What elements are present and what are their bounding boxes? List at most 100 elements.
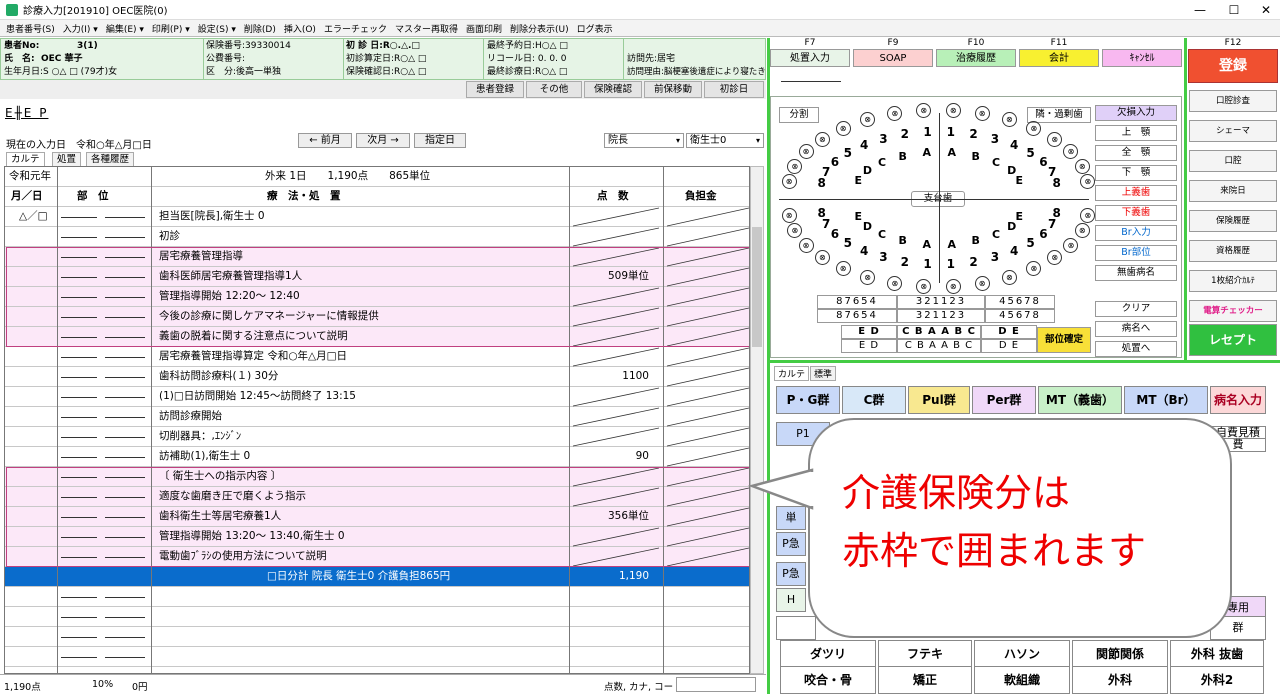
upper-milk-tooth[interactable]: E <box>854 174 862 187</box>
upper-tooth[interactable]: ⊗ <box>1063 144 1079 160</box>
partial-button[interactable] <box>776 616 816 640</box>
datsuri-button[interactable]: ダツリ <box>780 640 876 668</box>
lower-milk-tooth[interactable]: C <box>992 228 1000 241</box>
lower-tooth[interactable]: ⊗ <box>945 278 961 294</box>
lower-jaw-button[interactable]: 下 顎 <box>1095 165 1177 181</box>
mt-br-button[interactable]: MT（Br） <box>1124 386 1208 414</box>
surgery-extraction-button[interactable]: 外科 抜歯 <box>1170 640 1264 668</box>
missing-input-button[interactable]: 欠損入力 <box>1095 105 1177 121</box>
upper-tooth[interactable]: ⊗ <box>974 106 990 122</box>
table-row[interactable]: 管理指導開始 12:20～ 12:40 <box>5 287 749 307</box>
lower-tooth[interactable]: ⊗ <box>1047 250 1063 266</box>
milk-grid-cell[interactable]: E D <box>841 339 897 353</box>
empty-row[interactable] <box>5 607 749 627</box>
empty-row[interactable] <box>5 647 749 667</box>
insurance-check-button[interactable]: 保険確認 <box>584 81 642 98</box>
upper-milk-tooth[interactable]: C <box>992 156 1000 169</box>
menu-print[interactable]: 印刷(P) ▾ <box>152 22 190 35</box>
menu-master-reload[interactable]: マスター再取得 <box>395 22 458 35</box>
site-grid-cell[interactable]: 87654 <box>817 295 897 309</box>
empty-row[interactable] <box>5 627 749 647</box>
menu-patient-no[interactable]: 患者番号(S) <box>6 22 55 35</box>
pul-group-button[interactable]: Pul群 <box>908 386 970 414</box>
upper-milk-tooth[interactable]: E <box>1016 174 1024 187</box>
tab-karte[interactable]: カルテ <box>6 152 45 166</box>
doctor-select[interactable]: 院長 ▾ <box>604 133 684 148</box>
surgery-button[interactable]: 外科 <box>1072 666 1168 694</box>
adjacent-teeth-button[interactable]: 隣・過剰歯 <box>1027 107 1091 123</box>
upper-milk-tooth[interactable]: B <box>899 150 907 163</box>
full-jaw-button[interactable]: 全 顎 <box>1095 145 1177 161</box>
lower-milk-tooth[interactable]: E <box>854 210 862 223</box>
upper-tooth[interactable]: ⊗ <box>835 120 851 136</box>
visit-date-button[interactable]: 来院日 <box>1189 180 1277 202</box>
code-search-input[interactable] <box>676 677 756 692</box>
sheet-scrollbar[interactable] <box>750 166 764 674</box>
lower-tooth[interactable]: ⊗ <box>1026 261 1042 277</box>
checker-button[interactable]: 電算チェッカー <box>1189 300 1277 322</box>
schema-button[interactable]: シェーマ <box>1189 120 1277 142</box>
lower-milk-tooth[interactable]: D <box>863 220 872 233</box>
lower-tooth[interactable]: ⊗ <box>1001 269 1017 285</box>
milk-grid-cell[interactable]: C B A A B C <box>897 325 981 339</box>
lower-denture-button[interactable]: 下義歯 <box>1095 205 1177 221</box>
oral-exam-button[interactable]: 口腔診査 <box>1189 90 1277 112</box>
disease-input-button[interactable]: 病名入力 <box>1210 386 1266 414</box>
fkey-soap-button[interactable]: SOAP <box>853 49 933 67</box>
lower-milk-tooth[interactable]: B <box>971 234 979 247</box>
hason-button[interactable]: ハソン <box>974 640 1070 668</box>
table-row[interactable]: 義歯の脱着に関する注意点について説明 <box>5 327 749 347</box>
table-row[interactable]: 歯科訪問診療料(１) 30分 1100 <box>5 367 749 387</box>
milk-grid-cell[interactable]: C B A A B C <box>897 339 981 353</box>
tab-karte-input[interactable]: カルテ <box>774 366 810 381</box>
tab-treatment[interactable]: 処置 <box>52 152 82 166</box>
lower-tooth[interactable]: ⊗ <box>1074 223 1090 239</box>
menu-edit[interactable]: 編集(E) ▾ <box>106 22 144 35</box>
qualification-history-button[interactable]: 資格履歴 <box>1189 240 1277 262</box>
to-treatment-button[interactable]: 処置へ <box>1095 341 1177 357</box>
scroll-thumb[interactable] <box>752 227 762 347</box>
futeki-button[interactable]: フテキ <box>878 640 972 668</box>
fkey-history-button[interactable]: 治療履歴 <box>936 49 1016 67</box>
upper-jaw-button[interactable]: 上 顎 <box>1095 125 1177 141</box>
table-row[interactable]: 今後の診療に関しケアマネージャーに情報提供 <box>5 307 749 327</box>
insurance-history-button[interactable]: 保険履歴 <box>1189 210 1277 232</box>
menu-show-deleted[interactable]: 削除分表示(U) <box>510 22 569 35</box>
total-row[interactable]: □日分計 院長 衛生士0 介護負担865円 1,190 <box>5 567 749 587</box>
lower-tooth[interactable]: ⊗ <box>1080 208 1096 224</box>
table-row[interactable]: 切削器具：,ｴﾝｼﾞﾝ <box>5 427 749 447</box>
pg-group-button[interactable]: P・G群 <box>776 386 840 414</box>
table-row[interactable]: 訪問診療開始 <box>5 407 749 427</box>
set-date-button[interactable]: 指定日 <box>414 133 466 148</box>
upper-milk-tooth[interactable]: D <box>863 164 872 177</box>
lower-tooth[interactable]: ⊗ <box>916 278 932 294</box>
lower-tooth[interactable]: ⊗ <box>974 275 990 291</box>
milk-grid-cell[interactable]: E D <box>841 325 897 339</box>
table-row[interactable]: 電動歯ﾌﾞﾗｼの使用方法について説明 <box>5 547 749 567</box>
upper-milk-tooth[interactable]: C <box>878 156 886 169</box>
upper-milk-tooth[interactable]: A <box>922 146 931 159</box>
tab-history[interactable]: 各種履歴 <box>86 152 135 166</box>
upper-tooth[interactable]: ⊗ <box>787 158 803 174</box>
upper-tooth[interactable]: ⊗ <box>1074 158 1090 174</box>
partial-button[interactable]: P急発 <box>776 562 806 602</box>
site-grid-cell[interactable]: 45678 <box>985 295 1055 309</box>
table-row[interactable]: 適度な歯磨き圧で磨くよう指示 <box>5 487 749 507</box>
lower-milk-tooth[interactable]: A <box>948 238 957 251</box>
mt-denture-button[interactable]: MT（義歯） <box>1038 386 1122 414</box>
table-row[interactable]: 〔 衛生士への指示内容 〕 <box>5 467 749 487</box>
site-grid-cell[interactable]: 45678 <box>985 309 1055 323</box>
referral-karte-button[interactable]: 1枚紹介ｶﾙﾃ <box>1189 270 1277 292</box>
other-button[interactable]: その他 <box>526 81 582 98</box>
table-row[interactable]: 歯科医師居宅療養管理指導1人 509単位 <box>5 267 749 287</box>
menu-input[interactable]: 入力(I) ▾ <box>63 22 98 35</box>
table-row[interactable]: 管理指導開始 13:20～ 13:40,衛生士 0 <box>5 527 749 547</box>
upper-tooth[interactable]: ⊗ <box>860 112 876 128</box>
site-grid-cell[interactable]: 87654 <box>817 309 897 323</box>
prev-insurance-move-button[interactable]: 前保移動 <box>644 81 702 98</box>
upper-tooth[interactable]: ⊗ <box>945 103 961 119</box>
upper-tooth[interactable]: ⊗ <box>814 131 830 147</box>
receipt-button[interactable]: レセプト <box>1189 324 1277 356</box>
lower-milk-tooth[interactable]: C <box>878 228 886 241</box>
tab-standard[interactable]: 標準 <box>810 366 837 381</box>
